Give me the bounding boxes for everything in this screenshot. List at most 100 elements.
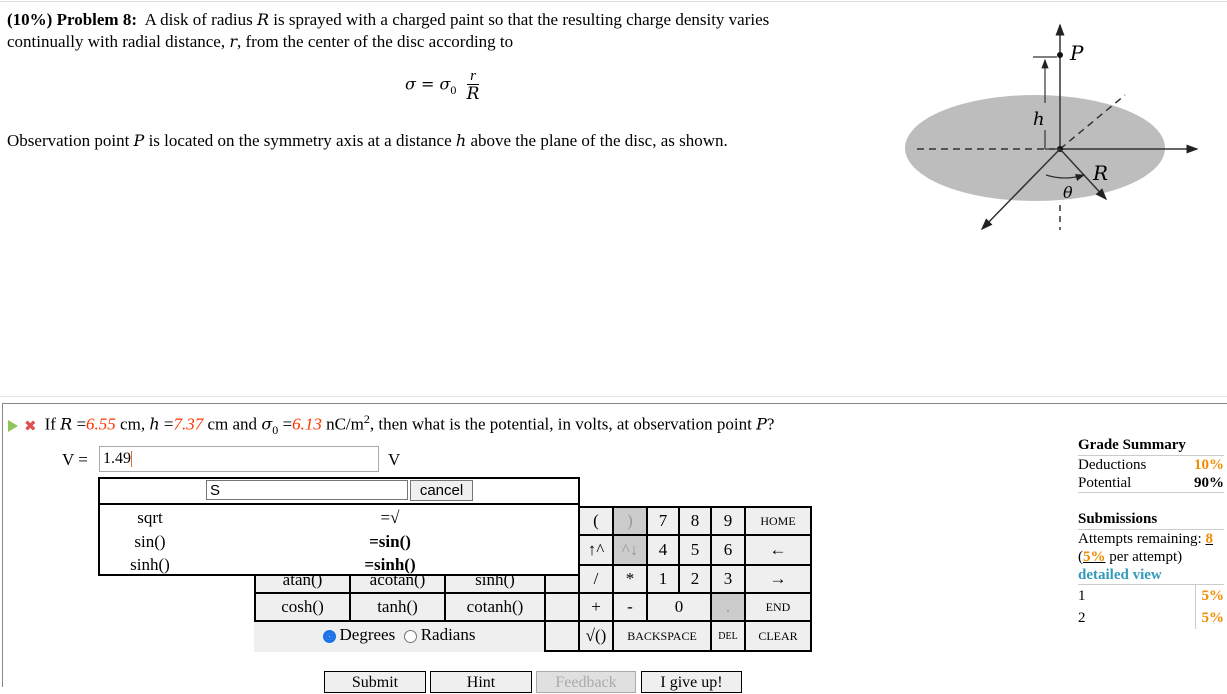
function-autocomplete-popup: S cancel sqrt =√ sin() =sin() sinh() =si… (98, 477, 580, 576)
equation-lhs: σ = σ (405, 74, 451, 94)
equation-denominator: R (466, 84, 480, 104)
key-1[interactable]: 1 (646, 564, 680, 594)
problem-text: , from the center of the disc according … (237, 32, 514, 51)
option-name: sqrt (137, 508, 163, 527)
keypad-blank (544, 592, 580, 622)
charge-density-equation: σ = σ0 r R (405, 68, 480, 104)
key-2[interactable]: 2 (678, 564, 712, 594)
angle-mode: Degrees Radians (254, 622, 544, 648)
answer-unit: V (388, 450, 401, 469)
key-9[interactable]: 9 (710, 506, 746, 536)
label-h: h (1033, 109, 1045, 130)
feedback-button[interactable]: Feedback (536, 671, 636, 693)
top-divider (0, 1, 1227, 2)
key-7[interactable]: 7 (646, 506, 680, 536)
key-6[interactable]: 6 (710, 534, 746, 566)
give-up-button[interactable]: I give up! (641, 671, 742, 693)
label-P: P (1069, 41, 1084, 65)
deductions-row: Deductions 10% (1078, 456, 1224, 474)
point-P (1057, 52, 1063, 58)
var-P: P (133, 131, 145, 150)
label-R: R (1092, 161, 1108, 185)
var-h: h (149, 414, 160, 434)
given-sigma-value: 6.13 (292, 414, 322, 434)
submission-number: 2 (1078, 607, 1196, 629)
key-minus[interactable]: - (612, 592, 648, 622)
var-h: h (455, 131, 467, 150)
autocomplete-cancel-button[interactable]: cancel (410, 480, 473, 501)
key-8[interactable]: 8 (678, 506, 712, 536)
incorrect-x-icon: ✖ (24, 416, 37, 435)
key-up[interactable]: ↑^ (578, 534, 614, 566)
answer-input[interactable]: 1.49 (99, 446, 379, 472)
question-text: ✖ If R =6.55 cm, h =7.37 cm and σ0 =6.13 … (8, 408, 774, 441)
answer-label: V = (62, 450, 88, 470)
equation-numerator: r (466, 68, 480, 85)
potential-value: 90% (1194, 475, 1224, 491)
key-left-arrow[interactable]: ← (744, 534, 812, 566)
submit-button[interactable]: Submit (324, 671, 426, 693)
attempts-value: 8 (1205, 531, 1213, 547)
key-sqrt[interactable]: √() (578, 620, 614, 652)
key-end[interactable]: END (744, 592, 812, 622)
attempts-remaining: Attempts remaining: 8 (1078, 530, 1224, 548)
key-multiply[interactable]: * (612, 564, 648, 594)
text-caret (131, 451, 132, 468)
label-theta: θ (1063, 183, 1073, 202)
key-divide[interactable]: / (578, 564, 614, 594)
sigma-subscript: 0 (272, 423, 279, 438)
equation-subscript: 0 (450, 82, 457, 97)
problem-text: continually with radial distance, (7, 32, 226, 51)
cosh-button[interactable]: cosh() (254, 592, 351, 622)
key-0[interactable]: 0 (646, 592, 712, 622)
key-rparen[interactable]: ) (612, 506, 648, 536)
per-attempt-text: per attempt) (1109, 549, 1183, 565)
autocomplete-search-row: S cancel (100, 479, 578, 505)
given-R-value: 6.55 (86, 414, 116, 434)
question-text-part: If (44, 414, 56, 434)
key-del[interactable]: DEL (710, 620, 746, 652)
deductions-label: Deductions (1078, 457, 1147, 473)
key-lparen[interactable]: ( (578, 506, 614, 536)
key-down[interactable]: ^↓ (612, 534, 648, 566)
play-icon[interactable] (8, 419, 18, 432)
answer-value: 1.49 (103, 450, 131, 467)
grade-summary: Grade Summary Deductions 10% Potential 9… (1078, 436, 1224, 629)
key-4[interactable]: 4 (646, 534, 680, 566)
problem-text: is located on the symmetry axis at a dis… (148, 131, 452, 150)
key-plus[interactable]: + (578, 592, 614, 622)
question-mark: ? (766, 414, 775, 434)
key-backspace[interactable]: BACKSPACE (612, 620, 712, 652)
key-right-arrow[interactable]: → (744, 564, 812, 594)
given-h-value: 7.37 (173, 414, 204, 434)
var-R: R (256, 10, 269, 29)
autocomplete-option-sqrt[interactable]: sqrt =√ (100, 506, 578, 530)
detailed-view-link[interactable]: detailed view (1078, 566, 1224, 585)
problem-statement: (10%) Problem 8: A disk of radius R is s… (7, 9, 897, 53)
tanh-button[interactable]: tanh() (349, 592, 446, 622)
option-insert: =sinh() (364, 555, 416, 574)
disk-diagram: P h R θ (905, 23, 1199, 231)
option-insert: =sin() (369, 532, 411, 551)
radians-label: Radians (420, 625, 476, 644)
cotanh-button[interactable]: cotanh() (444, 592, 546, 622)
key-home[interactable]: HOME (744, 506, 812, 536)
option-name: sin() (134, 532, 166, 551)
answer-label-text: V = (62, 450, 88, 469)
grade-summary-title: Grade Summary (1078, 436, 1224, 456)
radians-radio[interactable] (403, 629, 417, 643)
key-5[interactable]: 5 (678, 534, 712, 566)
key-dot[interactable]: . (710, 592, 746, 622)
autocomplete-search-input[interactable]: S (206, 480, 408, 500)
problem-weight: (10%) (7, 10, 53, 29)
key-clear[interactable]: CLEAR (744, 620, 812, 652)
submission-deduction: 5% (1201, 610, 1225, 626)
autocomplete-option-sin[interactable]: sin() =sin() (100, 530, 578, 554)
degrees-radio[interactable] (322, 629, 336, 643)
autocomplete-option-sinh[interactable]: sinh() =sinh() (100, 553, 578, 577)
problem-text: is sprayed with a charged paint so that … (273, 10, 770, 29)
hint-button[interactable]: Hint (430, 671, 532, 693)
key-3[interactable]: 3 (710, 564, 746, 594)
attempts-label: Attempts remaining: (1078, 531, 1202, 547)
